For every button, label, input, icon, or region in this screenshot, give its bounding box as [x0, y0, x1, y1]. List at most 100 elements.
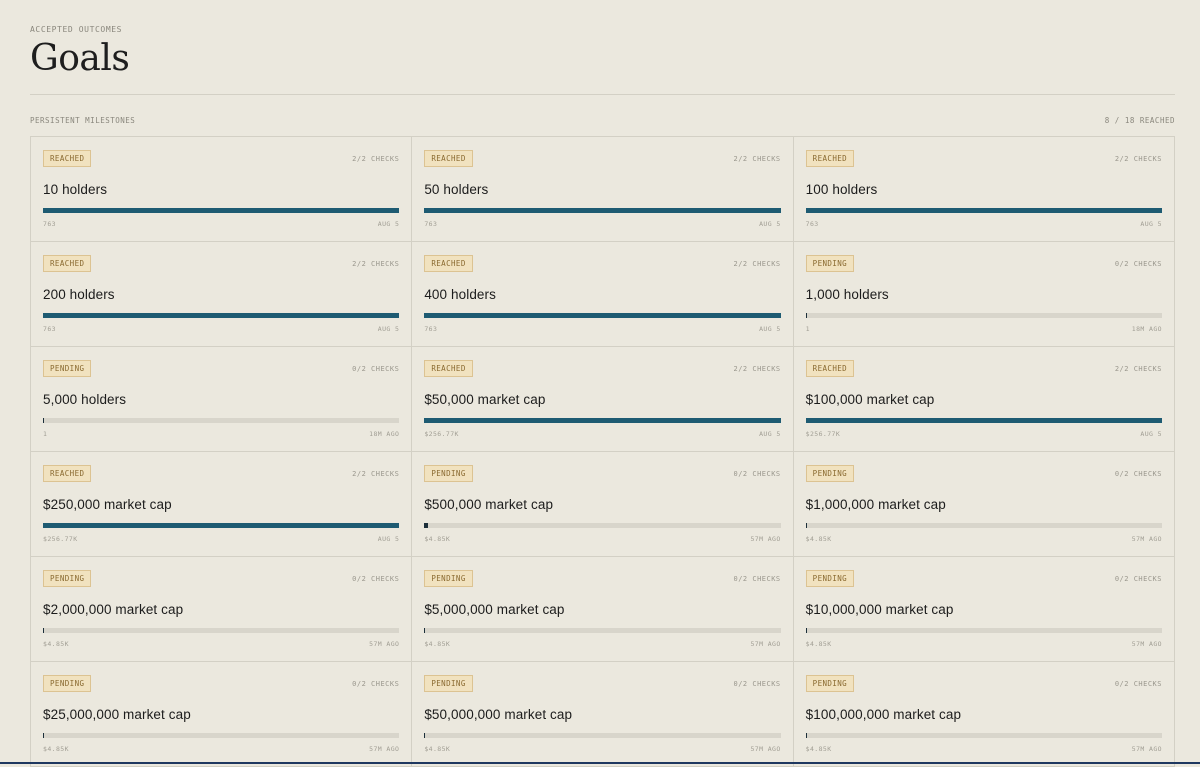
goal-card[interactable]: REACHED 2/2 CHECKS 200 holders 763 AUG 5 — [31, 242, 413, 347]
progress-track — [43, 628, 400, 633]
goal-card[interactable]: PENDING 0/2 CHECKS $2,000,000 market cap… — [31, 557, 413, 662]
updated-time: 57M AGO — [369, 640, 400, 648]
goal-name: $250,000 market cap — [43, 497, 172, 512]
goal-name: $100,000 market cap — [805, 392, 935, 407]
updated-time: 57M AGO — [1131, 640, 1162, 648]
checks-count: 0/2 CHECKS — [352, 680, 400, 688]
goal-name: $50,000,000 market cap — [424, 707, 573, 722]
progress-fill — [805, 523, 808, 528]
progress-fill — [424, 733, 426, 738]
goal-card[interactable]: REACHED 2/2 CHECKS 100 holders 763 AUG 5 — [793, 137, 1175, 242]
goal-name: 50 holders — [424, 182, 489, 197]
goal-name: 10 holders — [43, 182, 108, 197]
section-label: PERSISTENT MILESTONES — [30, 116, 136, 125]
goal-card[interactable]: PENDING 0/2 CHECKS $25,000,000 market ca… — [31, 662, 413, 767]
goal-name: $5,000,000 market cap — [424, 602, 565, 617]
goal-card[interactable]: PENDING 0/2 CHECKS $100,000,000 market c… — [793, 662, 1175, 767]
status-badge: PENDING — [805, 255, 855, 272]
progress-fill — [424, 313, 781, 318]
status-badge: REACHED — [43, 465, 92, 482]
reached-count: 8 / 18 REACHED — [1104, 116, 1175, 125]
status-badge: PENDING — [424, 465, 473, 482]
goal-name: $25,000,000 market cap — [43, 707, 191, 722]
checks-count: 0/2 CHECKS — [1114, 470, 1162, 478]
progress-fill — [805, 733, 807, 738]
header-divider — [30, 94, 1175, 95]
status-badge: REACHED — [424, 150, 473, 167]
current-value: $4.85K — [805, 745, 832, 753]
updated-time: AUG 5 — [759, 220, 781, 228]
progress-fill — [43, 733, 45, 738]
goal-name: $10,000,000 market cap — [805, 602, 954, 617]
goal-card[interactable]: PENDING 0/2 CHECKS 1,000 holders 1 18M A… — [793, 242, 1175, 347]
updated-time: 18M AGO — [1131, 325, 1162, 333]
progress-track — [424, 523, 781, 528]
current-value: $4.85K — [424, 535, 451, 543]
status-badge: PENDING — [424, 570, 473, 587]
progress-fill — [43, 523, 400, 528]
checks-count: 2/2 CHECKS — [352, 260, 400, 268]
checks-count: 0/2 CHECKS — [352, 575, 400, 583]
goal-name: 1,000 holders — [805, 287, 889, 302]
goal-card[interactable]: PENDING 0/2 CHECKS $500,000 market cap $… — [412, 452, 794, 557]
goal-card[interactable]: REACHED 2/2 CHECKS $250,000 market cap $… — [31, 452, 413, 557]
progress-track — [424, 628, 781, 633]
progress-track — [805, 208, 1162, 213]
current-value: 1 — [805, 325, 810, 333]
goal-card[interactable]: PENDING 0/2 CHECKS $1,000,000 market cap… — [793, 452, 1175, 557]
checks-count: 0/2 CHECKS — [352, 365, 400, 373]
goal-name: $50,000 market cap — [424, 392, 546, 407]
current-value: 1 — [43, 430, 48, 438]
status-badge: PENDING — [43, 675, 92, 692]
progress-fill — [805, 208, 1162, 213]
progress-fill — [424, 208, 781, 213]
checks-count: 2/2 CHECKS — [1114, 365, 1162, 373]
progress-track — [424, 733, 781, 738]
updated-time: 57M AGO — [1131, 745, 1162, 753]
progress-track — [43, 208, 400, 213]
progress-track — [43, 418, 400, 423]
goal-card[interactable]: REACHED 2/2 CHECKS 10 holders 763 AUG 5 — [31, 137, 413, 242]
checks-count: 2/2 CHECKS — [733, 365, 781, 373]
progress-fill — [424, 523, 428, 528]
status-badge: REACHED — [43, 150, 92, 167]
goal-card[interactable]: PENDING 0/2 CHECKS 5,000 holders 1 18M A… — [31, 347, 413, 452]
goal-card[interactable]: REACHED 2/2 CHECKS $100,000 market cap $… — [793, 347, 1175, 452]
updated-time: AUG 5 — [759, 325, 781, 333]
status-badge: PENDING — [805, 570, 855, 587]
status-badge: REACHED — [424, 360, 473, 377]
checks-count: 2/2 CHECKS — [733, 155, 781, 163]
status-badge: REACHED — [424, 255, 473, 272]
progress-track — [424, 313, 781, 318]
current-value: $4.85K — [43, 745, 69, 753]
progress-fill — [424, 628, 426, 633]
progress-track — [424, 208, 781, 213]
goal-card[interactable]: PENDING 0/2 CHECKS $50,000,000 market ca… — [412, 662, 794, 767]
updated-time: 57M AGO — [750, 745, 781, 753]
updated-time: AUG 5 — [759, 430, 781, 438]
goal-card[interactable]: PENDING 0/2 CHECKS $10,000,000 market ca… — [793, 557, 1175, 662]
goal-card[interactable]: PENDING 0/2 CHECKS $5,000,000 market cap… — [412, 557, 794, 662]
updated-time: AUG 5 — [377, 535, 400, 543]
updated-time: 57M AGO — [750, 640, 781, 648]
current-value: 763 — [43, 325, 56, 333]
goal-card[interactable]: REACHED 2/2 CHECKS 400 holders 763 AUG 5 — [412, 242, 794, 347]
updated-time: AUG 5 — [377, 220, 400, 228]
current-value: $4.85K — [424, 640, 451, 648]
goal-name: $2,000,000 market cap — [43, 602, 184, 617]
checks-count: 2/2 CHECKS — [352, 155, 400, 163]
current-value: $4.85K — [805, 640, 832, 648]
goal-card[interactable]: REACHED 2/2 CHECKS $50,000 market cap $2… — [412, 347, 794, 452]
updated-time: 18M AGO — [369, 430, 400, 438]
current-value: $4.85K — [424, 745, 451, 753]
checks-count: 0/2 CHECKS — [1114, 680, 1162, 688]
progress-track — [805, 628, 1162, 633]
current-value: $4.85K — [805, 535, 832, 543]
current-value: $4.85K — [43, 640, 69, 648]
goal-name: 100 holders — [805, 182, 878, 197]
goal-name: $1,000,000 market cap — [805, 497, 946, 512]
goal-card[interactable]: REACHED 2/2 CHECKS 50 holders 763 AUG 5 — [412, 137, 794, 242]
progress-fill — [43, 418, 45, 423]
goal-name: 5,000 holders — [43, 392, 127, 407]
progress-fill — [805, 418, 1162, 423]
